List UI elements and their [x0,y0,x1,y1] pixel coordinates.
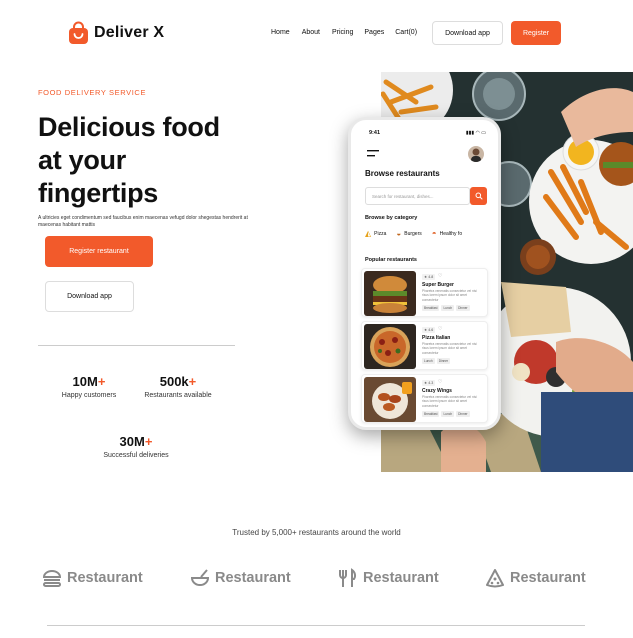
tag: Dinner [436,358,451,364]
stat-label: Successful deliveries [103,452,169,459]
restaurant-tags: Breakfast Lunch Dinner [422,305,470,311]
tag: Lunch [441,411,455,417]
burger-icon: ◒ [396,229,402,238]
category-label: Pizza [374,231,387,237]
category-list: ◭ Pizza ◒ Burgers ◓ Healthy fo [365,230,462,238]
section-divider [47,625,585,626]
favorite-heart-icon[interactable]: ♡ [438,379,442,385]
partner-logo-label: Restaurant [510,570,586,586]
tag: Lunch [441,305,455,311]
category-pizza[interactable]: ◭ Pizza [365,230,386,238]
phone-status-icons: ▮▮▮ ◠ ▭ [465,130,486,136]
popular-heading: Popular restaurants [365,257,417,263]
restaurant-photo [364,324,416,369]
register-restaurant-button[interactable]: Register restaurant [45,236,153,267]
partner-logo-burger: Restaurant [42,568,143,588]
stat-label: Happy customers [61,392,117,399]
stat-label: Restaurants available [144,392,212,399]
favorite-heart-icon[interactable]: ♡ [438,326,442,332]
download-app-button-header[interactable]: Download app [432,21,503,45]
tag: Breakfast [422,411,440,417]
stat-happy-customers: 10M+ Happy customers [53,374,125,399]
favorite-heart-icon[interactable]: ♡ [438,273,442,279]
restaurant-tags: Lunch Dinner [422,358,451,364]
restaurant-description: Pharetra venenatis consectetur vel nisi … [422,289,477,302]
category-heading: Browse by category [365,215,418,221]
hero-divider [38,345,235,346]
tag: Lunch [422,358,435,364]
stat-restaurants: 500k+ Restaurants available [134,374,222,399]
nav-pricing[interactable]: Pricing [332,29,353,36]
brand-name: Deliver X [94,24,165,41]
restaurant-card[interactable]: ★ 4.8 ♡ Super Burger Pharetra venenatis … [361,268,488,317]
restaurant-card[interactable]: ★ 4.3 ♡ Crazy Wings Pharetra venenatis c… [361,374,488,423]
category-healthy[interactable]: ◓ Healthy fo [432,230,462,238]
restaurant-card[interactable]: ★ 4.6 ♡ Pizza Italian Pharetra venenatis… [361,321,488,370]
nav-about[interactable]: About [302,29,320,36]
rating-badge: ★ 4.3 [422,380,436,386]
search-icon [475,192,483,200]
download-app-button[interactable]: Download app [45,281,134,312]
avatar[interactable] [468,146,484,162]
rating-badge: ★ 4.6 [422,327,436,333]
burger-logo-icon [42,570,62,587]
hero-lead: A ultricies eget condimentum sed faucibu… [38,215,248,228]
brand[interactable]: Deliver X [68,21,164,45]
partner-logo-pizza: Restaurant [485,568,586,588]
partner-logo-fork-knife: Restaurant [338,568,439,588]
category-label: Healthy fo [439,231,463,237]
restaurant-photo [364,377,416,422]
tag: Breakfast [422,305,440,311]
restaurant-description: Pharetra venenatis consectetur vel nisi … [422,395,477,408]
restaurant-tags: Breakfast Lunch Dinner [422,411,470,417]
restaurant-name: Super Burger [422,282,454,288]
bowl-icon: ◓ [431,229,437,238]
phone-time: 9:41 [369,130,381,136]
restaurant-name: Crazy Wings [422,388,452,394]
stat-value: 30M+ [119,434,153,449]
menu-icon[interactable] [367,150,379,158]
trusted-by-text: Trusted by 5,000+ restaurants around the… [232,528,401,537]
stat-deliveries: 30M+ Successful deliveries [94,434,178,459]
restaurant-name: Pizza Italian [422,335,451,341]
pizza-logo-icon [486,569,504,588]
phone-mockup: 9:41 ▮▮▮ ◠ ▭ Browse restaurants Search f… [348,117,501,430]
category-burgers[interactable]: ◒ Burgers [396,230,421,238]
restaurant-description: Pharetra venenatis consectetur vel nisi … [422,342,477,355]
partner-logo-label: Restaurant [67,570,143,586]
stat-value: 10M+ [72,374,106,389]
nav-cart[interactable]: Cart(0) [395,29,417,36]
rating-badge: ★ 4.8 [422,274,436,280]
tag: Dinner [456,305,470,311]
search-button[interactable] [470,187,487,205]
stat-value: 500k+ [159,374,197,389]
phone-screen-title: Browse restaurants [365,169,440,178]
hero-eyebrow: FOOD DELIVERY SERVICE [38,88,147,97]
fork-knife-logo-icon [339,568,357,587]
category-label: Burgers [404,231,422,237]
main-nav: Home About Pricing Pages Cart(0) [271,29,417,36]
nav-home[interactable]: Home [271,29,290,36]
pizza-icon: ◭ [365,229,372,238]
partner-logo-bowl: Restaurant [190,568,291,588]
tag: Dinner [456,411,470,417]
partner-logo-label: Restaurant [363,570,439,586]
restaurant-search-input[interactable]: Search for restaurant, dishes... [365,187,470,205]
nav-pages[interactable]: Pages [364,29,384,36]
register-button-header[interactable]: Register [511,21,561,45]
partner-logo-label: Restaurant [215,570,291,586]
bowl-logo-icon [190,569,210,586]
restaurant-photo [364,271,416,316]
shopping-bag-logo-icon [69,21,88,44]
hero-headline: Delicious food at your fingertips [38,112,220,208]
